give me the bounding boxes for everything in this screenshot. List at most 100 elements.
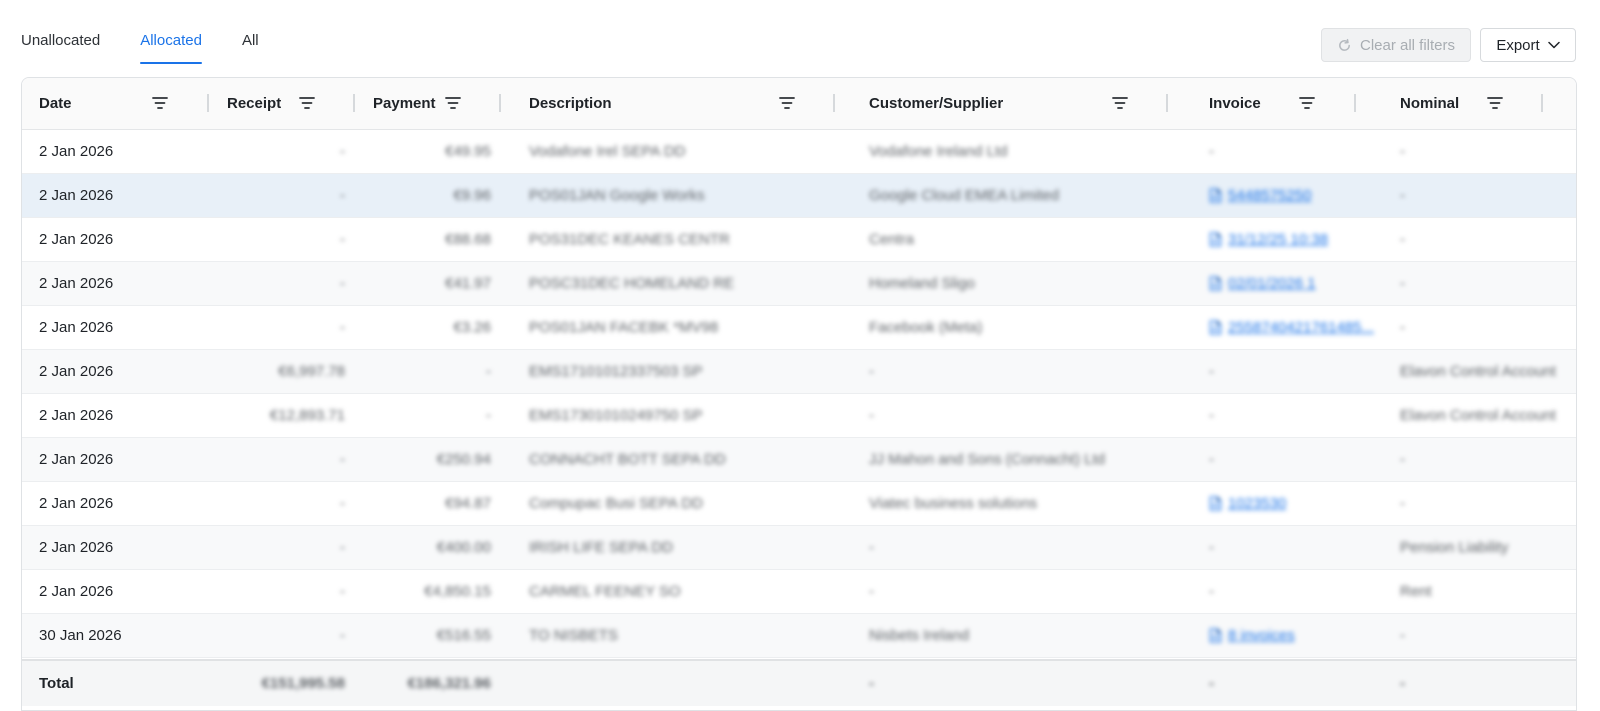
filter-icon[interactable] [779,96,795,110]
column-divider[interactable] [207,94,209,112]
cell-description: Compupac Busi SEPA DD [529,495,703,512]
invoice-link[interactable]: 2558740421761485... [1209,319,1374,336]
cell-invoice: 02/01/2026 1 [1209,262,1389,305]
column-header-date: Date [39,95,72,112]
cell-customer-supplier: Vodafone Ireland Ltd [869,143,1008,160]
cell-nominal: - [1400,143,1405,160]
table-row[interactable]: 2 Jan 2026 - €250.94 CONNACHT BOTT SEPA DD J… [22,438,1576,482]
invoice-link-text: 31/12/25 10:38 [1228,231,1329,248]
cell-customer-supplier: Viatec business solutions [869,495,1038,512]
cell-receipt: - [340,187,345,204]
cell-date: 2 Jan 2026 [39,407,114,424]
clear-all-filters-label: Clear all filters [1359,36,1456,54]
cell-customer-supplier: Nisbets Ireland [869,627,970,644]
column-header-payment: Payment [373,95,436,112]
filter-icon[interactable] [299,96,315,110]
tab-allocated[interactable]: Allocated [140,0,202,64]
filter-icon[interactable] [1299,96,1315,110]
table-row[interactable]: 30 Jan 2026 - €516.55 TO NISBETS Nisbets Ire… [22,614,1576,658]
invoice-link[interactable]: 02/01/2026 1 [1209,275,1316,292]
cell-customer-supplier: - [869,363,874,380]
cell-nominal: Rent [1400,583,1432,600]
column-header-description: Description [529,95,612,112]
cell-description: POS01JAN Google Works [529,187,705,204]
cell-nominal: Elavon Control Account [1400,363,1556,380]
filter-icon[interactable] [1487,96,1503,110]
cell-invoice: - [1209,539,1214,556]
filter-icon[interactable] [445,96,461,110]
invoice-link[interactable]: 31/12/25 10:38 [1209,231,1328,248]
tab-all[interactable]: All [242,0,259,64]
table-row[interactable]: 2 Jan 2026 €12,893.71 - EMS17301010249750 S… [22,394,1576,438]
table-row[interactable]: 2 Jan 2026 - €4,850.15 CARMEL FEENEY SO - - Re… [22,570,1576,614]
invoice-link-text: 8 invoices [1228,627,1295,644]
cell-nominal: - [1400,275,1405,292]
cell-payment: €49.95 [445,143,491,160]
cell-nominal: Elavon Control Account [1400,407,1556,424]
cell-nominal: - [1400,231,1405,248]
cell-receipt: - [340,583,345,600]
cell-date: 2 Jan 2026 [39,275,114,292]
refresh-icon [1339,38,1350,51]
cell-receipt: - [340,451,345,468]
table-row[interactable]: 2 Jan 2026 - €3.26 POS01JAN FACEBK *MV98 Fac… [22,306,1576,350]
table-row[interactable]: 2 Jan 2026 - €94.87 Compupac Busi SEPA DD Vi… [22,482,1576,526]
document-icon [1209,320,1222,335]
cell-customer-supplier: Homeland Sligo [869,275,975,292]
column-divider[interactable] [353,94,355,112]
cell-date: 2 Jan 2026 [39,451,114,468]
cell-payment: €4,850.15 [424,583,491,600]
cell-invoice: 8 invoices [1209,614,1389,657]
cell-invoice: - [1209,407,1214,424]
column-divider[interactable] [1166,94,1168,112]
column-divider[interactable] [1541,94,1543,112]
cell-receipt: €6,997.78 [278,363,345,380]
cell-description: Vodafone Irel SEPA DD [529,143,686,160]
filter-icon[interactable] [152,96,168,110]
table-row[interactable]: 2 Jan 2026 €6,997.78 - EMS17101012337503 SP… [22,350,1576,394]
document-icon [1209,628,1222,643]
cell-invoice: - [1209,583,1214,600]
cell-payment: €250.94 [436,451,491,468]
cell-invoice: - [1209,143,1214,160]
transactions-table: Date Receipt Payment Description Custome… [21,77,1577,711]
cell-customer-supplier: Google Cloud EMEA Limited [869,187,1060,204]
table-row[interactable]: 2 Jan 2026 - €88.68 POS31DEC KEANES CENTR Ce… [22,218,1576,262]
cell-date: 2 Jan 2026 [39,187,114,204]
cell-description: TO NISBETS [529,627,618,644]
total-nominal: - [1400,675,1405,692]
tab-unallocated[interactable]: Unallocated [21,0,100,64]
filter-icon[interactable] [1112,96,1128,110]
table-row[interactable]: 2 Jan 2026 - €400.00 IRISH LIFE SEPA DD - - Pe… [22,526,1576,570]
total-receipt: €151,995.58 [261,675,345,692]
cell-customer-supplier: JJ Mahon and Sons (Connacht) Ltd [869,451,1105,468]
cell-nominal: - [1400,187,1405,204]
table-row[interactable]: 2 Jan 2026 - €41.97 POSC31DEC HOMELAND RE Ho… [22,262,1576,306]
cell-receipt: - [340,495,345,512]
total-customer: - [869,675,874,692]
cell-customer-supplier: Facebook (Meta) [869,319,983,336]
table-row[interactable]: 2 Jan 2026 - €49.95 Vodafone Irel SEPA DD Vo… [22,130,1576,174]
column-divider[interactable] [1354,94,1356,112]
invoice-link[interactable]: 8 invoices [1209,627,1295,644]
cell-date: 30 Jan 2026 [39,627,122,644]
column-divider[interactable] [499,94,501,112]
export-button[interactable]: Export [1480,28,1576,62]
clear-all-filters-button[interactable]: Clear all filters [1321,28,1471,62]
table-row[interactable]: 2 Jan 2026 - €9.96 POS01JAN Google Works Goo… [22,174,1576,218]
cell-nominal: Pension Liability [1400,539,1509,556]
column-divider[interactable] [833,94,835,112]
invoice-link[interactable]: 1023530 [1209,495,1286,512]
invoice-link[interactable]: 5448575250 [1209,187,1311,204]
cell-description: CONNACHT BOTT SEPA DD [529,451,726,468]
cell-payment: €516.55 [436,627,491,644]
cell-customer-supplier: Centra [869,231,915,248]
cell-customer-supplier: - [869,539,874,556]
cell-description: POS31DEC KEANES CENTR [529,231,730,248]
cell-date: 2 Jan 2026 [39,143,114,160]
chevron-down-icon [1547,41,1560,49]
column-header-receipt: Receipt [227,95,282,112]
table-header-row: Date Receipt Payment Description Custome… [22,78,1576,130]
cell-payment: €3.26 [453,319,491,336]
invoice-link-text: 5448575250 [1228,187,1312,204]
